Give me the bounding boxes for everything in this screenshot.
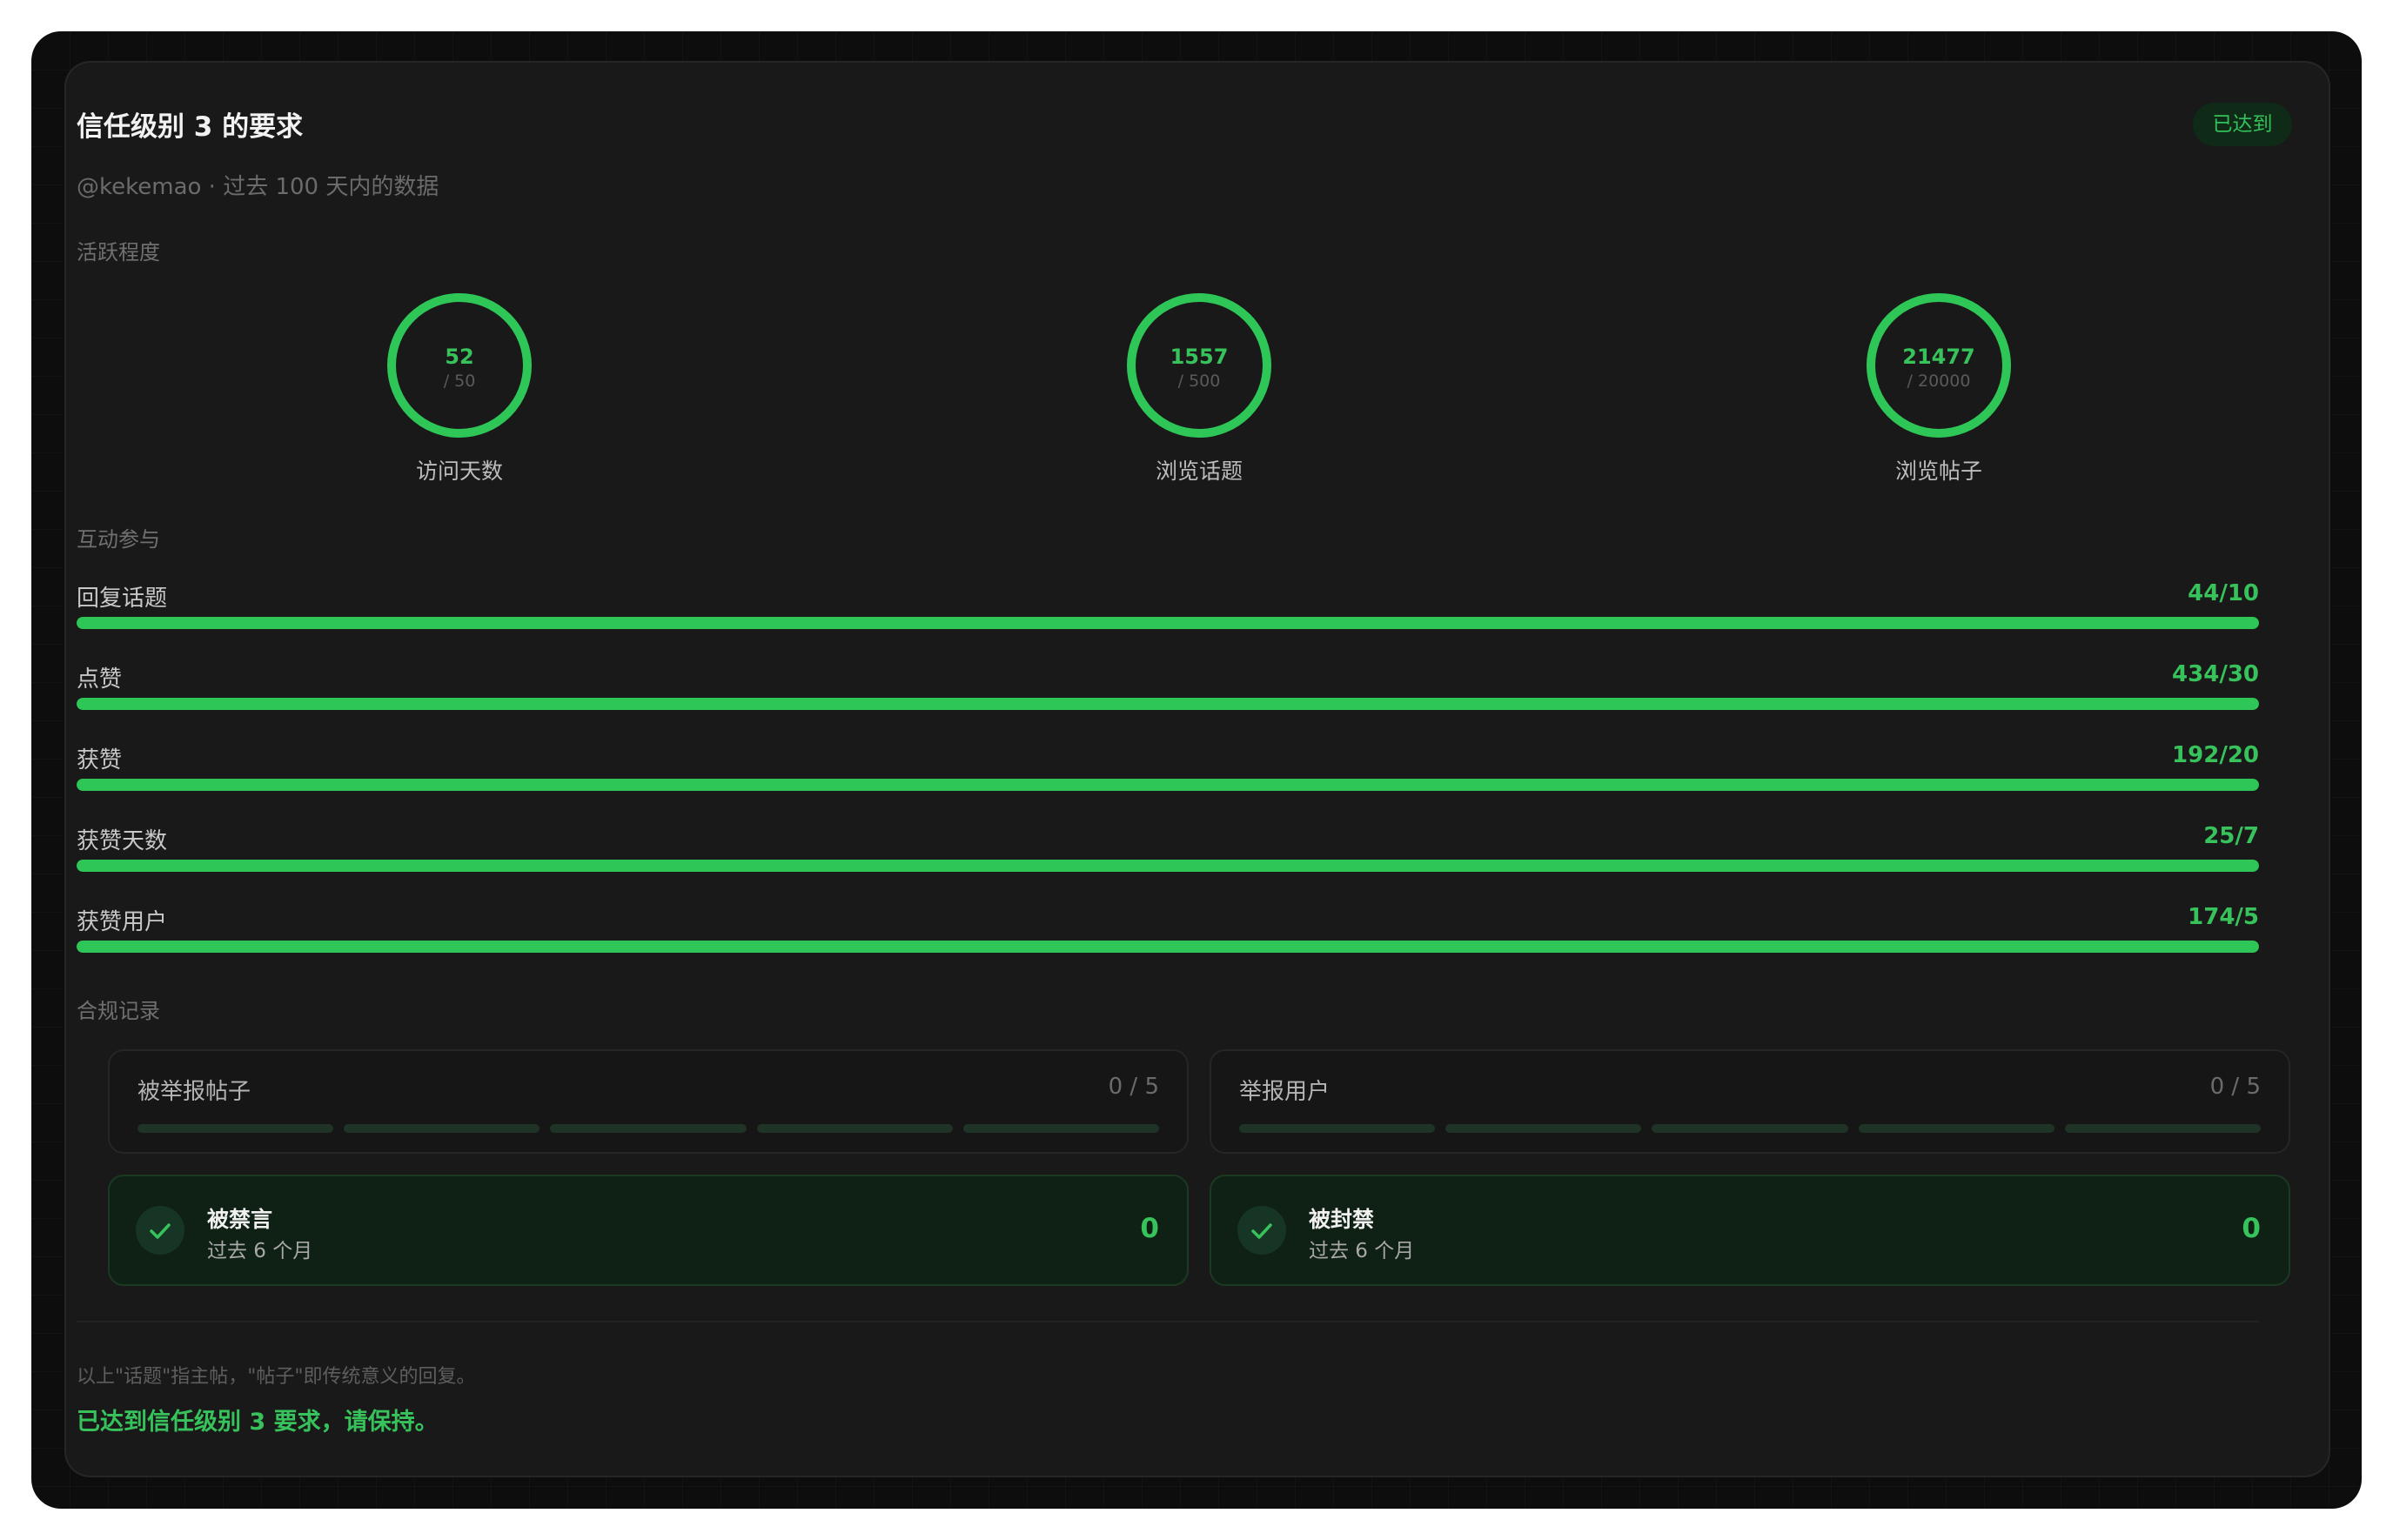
ring-value: 52	[445, 345, 473, 369]
bar-name: 点赞	[77, 666, 123, 693]
ring-chart-topics-viewed: 1557 / 500	[1127, 293, 1271, 438]
bar-name: 获赞	[77, 747, 123, 773]
bar-value: 434/30	[2172, 661, 2259, 687]
silenced-box: 被禁言 过去 6 个月 0	[108, 1175, 1189, 1286]
ring-goal: / 500	[1178, 372, 1221, 391]
bar-likes-received: 获赞 192/20	[77, 742, 2259, 820]
flagged-posts-name: 被举报帖子	[137, 1079, 251, 1105]
segment	[137, 1124, 334, 1133]
segment	[962, 1124, 1160, 1133]
bar-name: 获赞天数	[77, 828, 168, 854]
ring-goal: / 50	[444, 372, 476, 391]
bar-value: 174/5	[2188, 904, 2259, 930]
bar-value: 44/10	[2188, 580, 2259, 606]
flagged-posts-segments	[137, 1124, 1160, 1133]
ring-label: 浏览话题	[1155, 459, 1243, 484]
ring-posts-viewed: 21477 / 20000 浏览帖子	[1843, 289, 2034, 485]
bar-track	[77, 779, 2259, 791]
bar-fill	[77, 941, 2259, 953]
segment	[1652, 1124, 1848, 1133]
ring-value: 1557	[1170, 345, 1229, 369]
flagged-users-name: 举报用户	[1239, 1079, 1331, 1105]
bar-fill	[77, 617, 2259, 629]
segment	[756, 1124, 953, 1133]
flagged-posts-value: 0 / 5	[1108, 1074, 1159, 1100]
bar-track	[77, 941, 2259, 953]
suspended-count: 0	[2242, 1213, 2261, 1244]
flagged-users-value: 0 / 5	[2209, 1074, 2261, 1100]
silenced-count: 0	[1140, 1213, 1159, 1244]
bar-fill	[77, 698, 2259, 710]
bar-name: 获赞用户	[77, 909, 168, 935]
segment	[1445, 1124, 1642, 1133]
bar-name: 回复话题	[77, 586, 168, 612]
segment	[344, 1124, 540, 1133]
status-badge: 已达到	[2193, 103, 2292, 146]
page-subtitle: @kekemao · 过去 100 天内的数据	[77, 174, 439, 200]
ring-value: 21477	[1902, 345, 1975, 369]
segment	[2064, 1124, 2262, 1133]
ring-goal: / 20000	[1907, 372, 1971, 391]
segment	[1239, 1124, 1436, 1133]
bar-track	[77, 617, 2259, 629]
suspended-title: 被封禁	[1309, 1207, 1375, 1232]
flagged-users-segments	[1239, 1124, 2262, 1133]
bar-liked-days: 获赞天数 25/7	[77, 823, 2259, 901]
bar-track	[77, 860, 2259, 872]
segment	[1858, 1124, 2054, 1133]
divider	[77, 1321, 2259, 1322]
suspended-box: 被封禁 过去 6 个月 0	[1210, 1175, 2290, 1286]
section-label-compliance: 合规记录	[77, 999, 160, 1023]
bar-liked-users: 获赞用户 174/5	[77, 904, 2259, 982]
ring-visit-days: 52 / 50 访问天数	[364, 289, 555, 485]
ring-topics-viewed: 1557 / 500 浏览话题	[1103, 289, 1295, 485]
bar-likes-given: 点赞 434/30	[77, 661, 2259, 740]
check-icon	[1237, 1206, 1286, 1255]
bar-value: 25/7	[2203, 823, 2259, 849]
check-icon	[136, 1206, 184, 1255]
ring-chart-visit-days: 52 / 50	[387, 293, 532, 438]
silenced-title: 被禁言	[207, 1207, 273, 1232]
bar-value: 192/20	[2172, 742, 2259, 768]
section-label-engagement: 互动参与	[77, 527, 160, 552]
footnote: 以上"话题"指主帖，"帖子"即传统意义的回复。	[77, 1366, 476, 1388]
page-title: 信任级别 3 的要求	[77, 111, 304, 143]
suspended-period: 过去 6 个月	[1309, 1240, 1415, 1262]
ring-label: 访问天数	[415, 459, 503, 484]
segment	[550, 1124, 747, 1133]
bar-fill	[77, 860, 2259, 872]
flagged-posts-box: 被举报帖子 0 / 5	[108, 1049, 1189, 1154]
bar-replies: 回复话题 44/10	[77, 580, 2259, 659]
final-status: 已达到信任级别 3 要求，请保持。	[77, 1409, 439, 1436]
ring-chart-posts-viewed: 21477 / 20000	[1867, 293, 2011, 438]
bar-fill	[77, 779, 2259, 791]
ring-label: 浏览帖子	[1894, 459, 1982, 484]
section-label-activity: 活跃程度	[77, 240, 160, 264]
bar-track	[77, 698, 2259, 710]
silenced-period: 过去 6 个月	[207, 1240, 313, 1262]
flagged-users-box: 举报用户 0 / 5	[1210, 1049, 2290, 1154]
